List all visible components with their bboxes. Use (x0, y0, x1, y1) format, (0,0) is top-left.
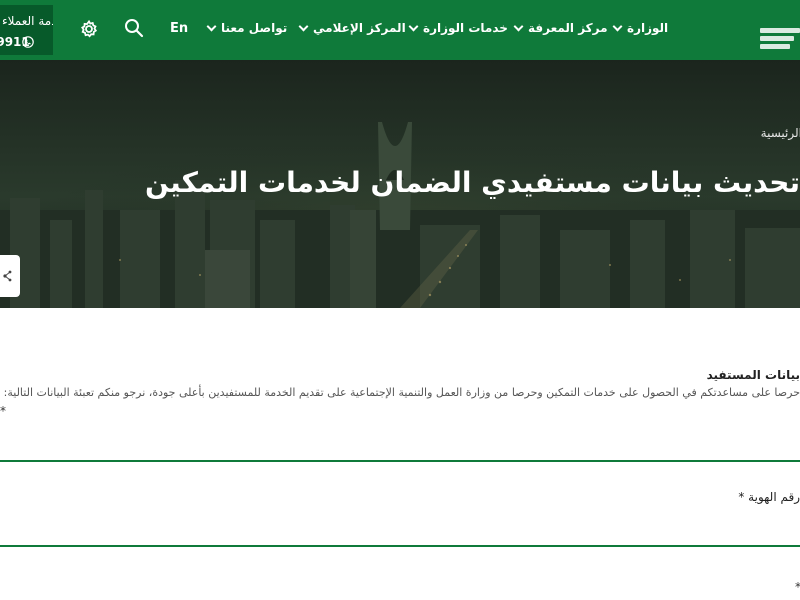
field-underline (0, 460, 800, 462)
hero-banner: الرئيسية تحديث بيانات مستفيدي الضمان لخد… (0, 60, 800, 308)
breadcrumb[interactable]: الرئيسية (761, 126, 800, 140)
gear-icon (81, 19, 98, 38)
chevron-down-icon (298, 21, 309, 31)
customer-service-hotline[interactable]: خدمة العملاء 19911 (0, 5, 53, 55)
hotline-label: خدمة العملاء (2, 14, 53, 28)
chevron-down-icon (206, 21, 217, 31)
chevron-down-icon (408, 21, 419, 31)
share-icon (3, 270, 12, 282)
language-toggle-link[interactable]: En (170, 21, 188, 36)
page-title: تحديث بيانات مستفيدي الضمان لخدمات التمك… (144, 166, 800, 199)
nav-item-knowledge-center[interactable]: مركز المعرفة (513, 21, 608, 35)
share-button[interactable] (0, 255, 20, 297)
nav-item-label: تواصل معنا (221, 21, 288, 35)
nav-item-label: خدمات الوزارة (423, 21, 508, 35)
chevron-down-icon (513, 21, 524, 31)
nav-item-label: مركز المعرفة (528, 21, 608, 35)
required-mark: * (795, 580, 800, 594)
settings-button[interactable] (79, 19, 99, 39)
section-title: بيانات المستفيد (706, 368, 800, 382)
required-mark: * (0, 404, 6, 418)
search-button[interactable] (124, 18, 144, 38)
nav-item-ministry-services[interactable]: خدمات الوزارة (408, 21, 508, 35)
nav-item-contact[interactable]: تواصل معنا (206, 21, 288, 35)
nav-item-ministry[interactable]: الوزارة (612, 21, 669, 35)
intro-confirm-field[interactable] (0, 432, 800, 458)
phone-icon (22, 36, 34, 48)
search-icon (125, 19, 144, 38)
field-underline (0, 545, 800, 547)
national-id-field[interactable] (0, 515, 800, 541)
nav-item-media-center[interactable]: المركز الإعلامي (298, 21, 406, 35)
form-intro-text: حرصا على مساعدتكم في الحصول على خدمات ال… (3, 386, 800, 399)
national-id-label: رقم الهوية * (738, 490, 800, 504)
nav-item-label: المركز الإعلامي (313, 21, 406, 35)
top-navigation-bar: خدمة العملاء 19911 En تواصل معنا المركز … (0, 0, 800, 60)
nav-item-label: الوزارة (627, 21, 669, 35)
ministry-logo[interactable] (760, 28, 800, 56)
chevron-down-icon (612, 21, 623, 31)
